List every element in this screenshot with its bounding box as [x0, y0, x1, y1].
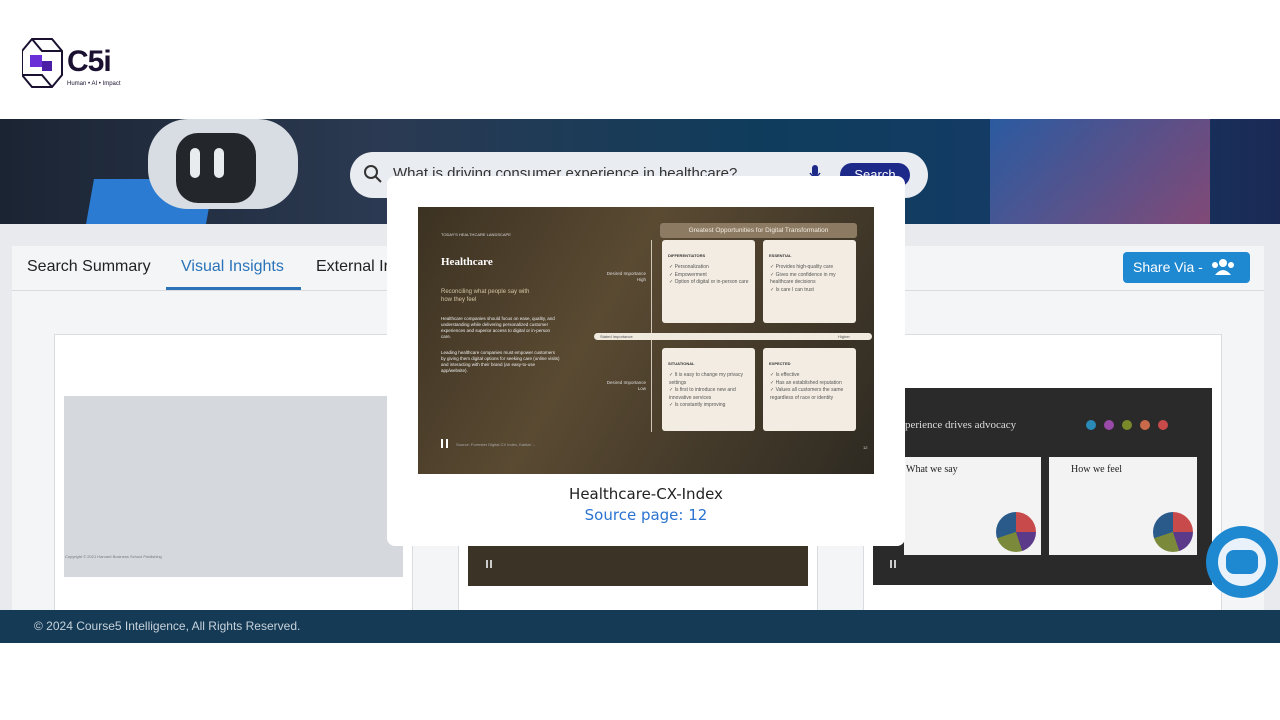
slide-subheading: Reconciling what people say with how the… [441, 289, 530, 303]
copyright-text: © 2024 Course5 Intelligence, All Rights … [34, 619, 301, 633]
robot-eye [190, 148, 200, 178]
quadrant-item: ✓ Option of digital or in-person care [669, 279, 749, 285]
quadrant-item: ✓ Provides high-quality care [770, 264, 834, 270]
chatbot-icon [1226, 550, 1258, 574]
logo-text: C5i [67, 45, 112, 78]
robot-eye [214, 148, 224, 178]
quadrant-title: ESSENTIAL [769, 253, 792, 258]
quadrant-list: ✓ Provides high-quality care ✓ Gives me … [770, 264, 852, 294]
document-title: Healthcare-CX-Index [569, 485, 723, 503]
legend-dot [1122, 420, 1132, 430]
quadrant-item: ✓ Is effective [770, 372, 800, 378]
legend-dot [1140, 420, 1150, 430]
tab-visual-insights[interactable]: Visual Insights [181, 258, 284, 276]
slide-heading: Healthcare [441, 256, 493, 268]
thumbnail-title: perience drives advocacy [905, 419, 1017, 431]
quadrant-title: SITUATIONAL [668, 361, 695, 366]
quadrant-list: ✓ Personalization ✓ Empowerment ✓ Option… [669, 264, 749, 287]
quadrant-item: ✓ Values all customers the same regardle… [770, 387, 844, 401]
quadrant-title: DIFFERENTIATORS [668, 253, 706, 258]
quadrant-title: EXPECTED [769, 361, 791, 366]
pie-chart [1153, 512, 1193, 552]
slide-horizontal-axis [594, 333, 872, 340]
quadrant-list: ✓ Is effective ✓ Has an established repu… [770, 372, 852, 402]
slide-body-1: Healthcare companies should focus on eas… [441, 316, 555, 339]
legend-dot [1086, 420, 1096, 430]
axis-label-high: Desired Importance High [606, 271, 646, 282]
slide-eyebrow: TODAY'S HEALTHCARE LANDSCAPE [441, 232, 511, 237]
axis-label-higher: Higher [838, 334, 850, 339]
header: C5i Human • AI • Impact [0, 0, 1280, 119]
slide-thumbnail[interactable] [64, 396, 403, 577]
active-tab-indicator [166, 287, 301, 290]
tab-search-summary[interactable]: Search Summary [27, 258, 151, 276]
quadrant-item: ✓ Is first to introduce new and innovati… [669, 387, 736, 401]
pause-icon[interactable] [486, 560, 492, 568]
quadrant-list: ✓ It is easy to change my privacy settin… [669, 372, 749, 410]
share-via-label: Share Via - [1133, 259, 1203, 275]
legend-dot [1158, 420, 1168, 430]
slide-grid-title: Greatest Opportunities for Digital Trans… [660, 223, 857, 238]
quadrant-item: ✓ It is easy to change my privacy settin… [669, 372, 743, 386]
chart-box-title: What we say [906, 464, 958, 475]
users-share-icon [1212, 259, 1234, 275]
axis-label-stated: Stated Importance [600, 334, 633, 339]
quadrant-item: ✓ Personalization [669, 264, 709, 270]
legend-dot [1104, 420, 1114, 430]
pause-icon[interactable] [441, 439, 448, 448]
pause-icon[interactable] [890, 560, 896, 568]
tab-external-insights[interactable]: External Ir [316, 258, 389, 276]
logo-tagline: Human • AI • Impact [67, 81, 121, 87]
slide-page-number: 12 [863, 445, 868, 450]
quadrant-item: ✓ Is care I can trust [770, 286, 814, 293]
quadrant-item: ✓ Has an established reputation [770, 379, 842, 386]
search-icon[interactable] [363, 164, 383, 184]
quadrant-item: ✓ Gives me confidence in my healthcare d… [770, 271, 836, 286]
source-page-link[interactable]: Source page: 12 [387, 506, 905, 524]
pie-chart [996, 512, 1036, 552]
c5i-logo[interactable]: C5i Human • AI • Impact [21, 37, 132, 93]
quadrant-item: ✓ Is constantly improving [669, 402, 726, 408]
axis-label-low: Desired Importance Low [606, 380, 646, 391]
thumbnail-footer-text: Copyright © 2021 Harvard Business School… [65, 554, 162, 559]
quadrant-item: ✓ Empowerment [669, 271, 707, 278]
slide-body-2: Leading healthcare companies must empowe… [441, 350, 560, 373]
cube-logo-icon [21, 38, 63, 88]
chart-box-title: How we feel [1071, 464, 1123, 475]
slide-footer: Source: Forrester Digital CX Index, Kant… [456, 442, 536, 447]
hand-illustration [990, 119, 1210, 224]
